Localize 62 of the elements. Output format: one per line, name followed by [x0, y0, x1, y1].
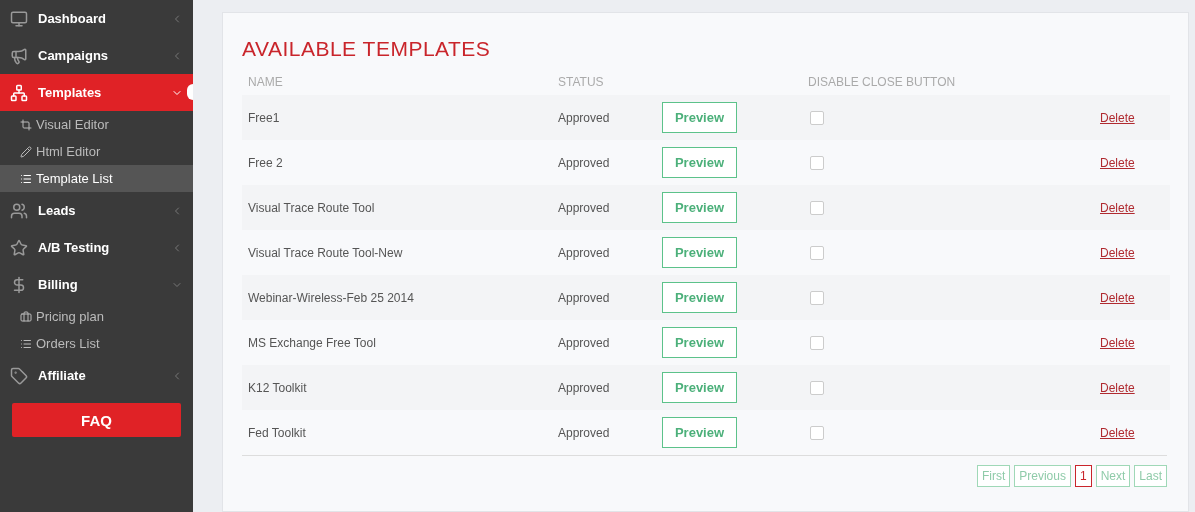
list-icon — [20, 172, 32, 185]
checkbox[interactable] — [810, 155, 824, 170]
faq-button[interactable]: FAQ — [12, 403, 181, 437]
users-icon — [10, 201, 28, 220]
template-name: Visual Trace Route Tool-New — [247, 245, 403, 260]
delete-link[interactable]: Delete — [1100, 155, 1135, 170]
sidebar-subitem[interactable]: Visual Editor — [0, 111, 193, 138]
pagination-button[interactable]: 1 — [1074, 465, 1092, 487]
monitor-icon — [10, 9, 28, 28]
delete-link[interactable]: Delete — [1100, 335, 1135, 350]
template-name: Free1 — [247, 110, 280, 125]
status-text: Approved — [557, 245, 610, 260]
sidebar-item[interactable]: Leads — [0, 192, 193, 229]
status-text: Approved — [557, 380, 610, 395]
sidebar-subitem[interactable]: Template List — [0, 165, 193, 192]
sidebar-item[interactable]: Affiliate — [0, 357, 193, 394]
sidebar-subitem[interactable]: Orders List — [0, 330, 193, 357]
sidebar-item[interactable]: Billing — [0, 266, 193, 303]
status-text: Approved — [557, 290, 610, 305]
delete-link[interactable]: Delete — [1100, 245, 1135, 260]
sidebar-item[interactable]: Templates — [0, 74, 193, 111]
template-name: Fed Toolkit — [247, 425, 306, 440]
column-header: NAME — [247, 75, 284, 91]
crop-icon — [20, 118, 32, 131]
checkbox[interactable] — [810, 290, 824, 305]
status-text: Approved — [557, 335, 610, 350]
column-header: DISABLE CLOSE BUTTON — [807, 75, 957, 91]
active-notch — [187, 84, 193, 100]
checkbox[interactable] — [810, 425, 824, 440]
delete-link[interactable]: Delete — [1100, 380, 1135, 395]
template-name: Free 2 — [247, 155, 283, 170]
status-text: Approved — [557, 200, 610, 215]
sidebar-item[interactable]: A/B Testing — [0, 229, 193, 266]
delete-link[interactable]: Delete — [1100, 200, 1135, 215]
sidebar-subitem[interactable]: Pricing plan — [0, 303, 193, 330]
delete-link[interactable]: Delete — [1100, 110, 1135, 125]
checkbox[interactable] — [810, 200, 824, 215]
template-name: Webinar-Wireless-Feb 25 2014 — [247, 290, 414, 305]
checkbox[interactable] — [810, 110, 824, 125]
checkbox[interactable] — [810, 380, 824, 395]
panel-title: AVAILABLE TEMPLATES — [242, 37, 492, 61]
template-name: Visual Trace Route Tool — [247, 200, 375, 215]
delete-link[interactable]: Delete — [1100, 425, 1135, 440]
sidebar-item[interactable]: Dashboard — [0, 0, 193, 37]
pencil-icon — [20, 145, 32, 158]
template-name: K12 Toolkit — [247, 380, 307, 395]
column-header: STATUS — [557, 75, 605, 91]
briefcase-icon — [20, 310, 32, 323]
template-name: MS Exchange Free Tool — [247, 335, 376, 350]
tag-icon — [10, 366, 28, 385]
list-icon — [20, 337, 32, 350]
sitemap-icon — [10, 83, 28, 102]
sidebar-subitem[interactable]: Html Editor — [0, 138, 193, 165]
checkbox[interactable] — [810, 335, 824, 350]
checkbox[interactable] — [810, 245, 824, 260]
sidebar-item[interactable]: Campaigns — [0, 37, 193, 74]
status-text: Approved — [557, 155, 610, 170]
status-text: Approved — [557, 425, 610, 440]
megaphone-icon — [10, 46, 28, 65]
star-icon — [10, 238, 28, 257]
delete-link[interactable]: Delete — [1100, 290, 1135, 305]
status-text: Approved — [557, 110, 610, 125]
